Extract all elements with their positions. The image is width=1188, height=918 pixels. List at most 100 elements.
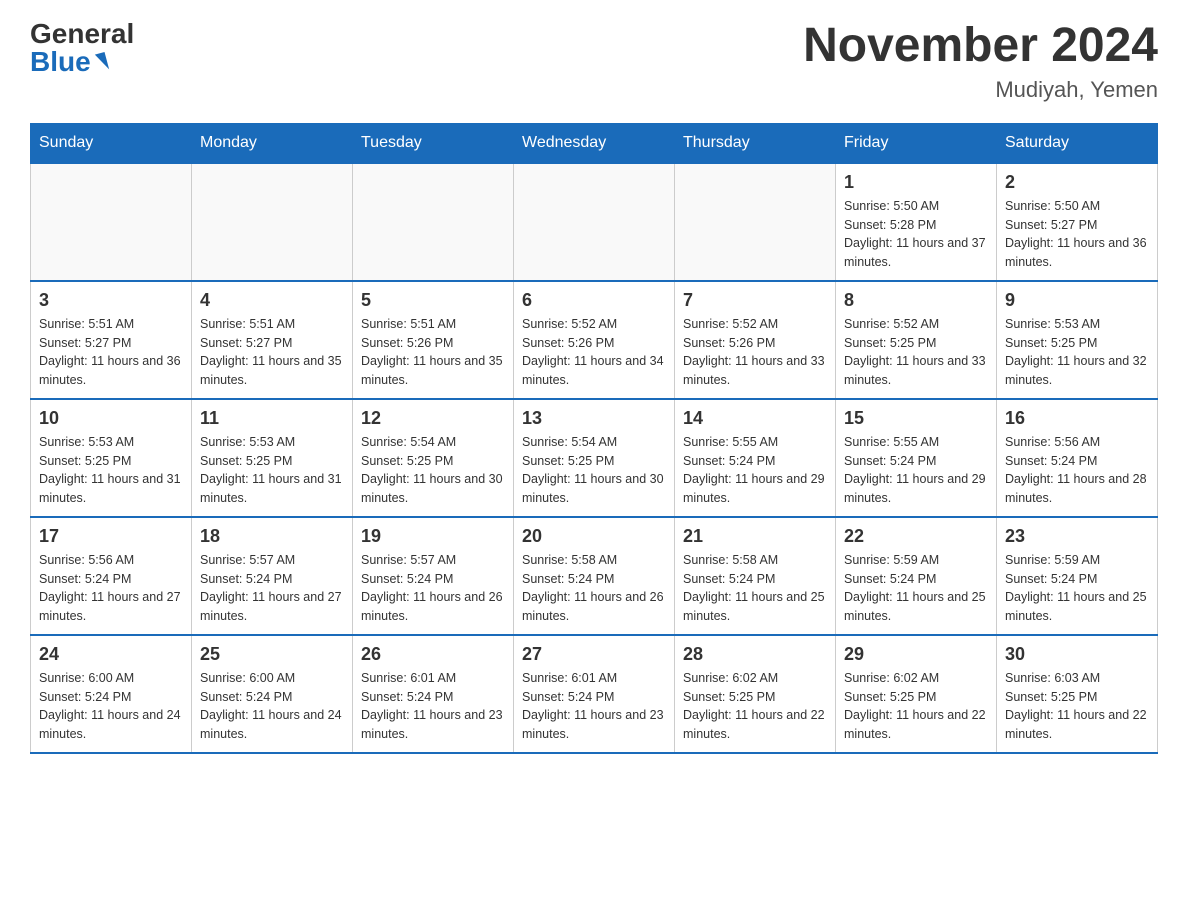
calendar-cell: 14 Sunrise: 5:55 AMSunset: 5:24 PMDayligh…: [675, 399, 836, 517]
day-info: Sunrise: 5:54 AMSunset: 5:25 PMDaylight:…: [361, 433, 505, 508]
day-info: Sunrise: 5:53 AMSunset: 5:25 PMDaylight:…: [1005, 315, 1149, 390]
title-section: November 2024 Mudiyah, Yemen: [803, 20, 1158, 103]
day-number: 25: [200, 644, 344, 665]
day-info: Sunrise: 6:01 AMSunset: 5:24 PMDaylight:…: [522, 669, 666, 744]
day-number: 26: [361, 644, 505, 665]
calendar-header: SundayMondayTuesdayWednesdayThursdayFrid…: [31, 123, 1158, 163]
weekday-header-thursday: Thursday: [675, 123, 836, 163]
day-info: Sunrise: 6:02 AMSunset: 5:25 PMDaylight:…: [844, 669, 988, 744]
day-number: 1: [844, 172, 988, 193]
day-number: 18: [200, 526, 344, 547]
day-info: Sunrise: 5:51 AMSunset: 5:27 PMDaylight:…: [39, 315, 183, 390]
calendar-cell: 26Sunrise: 6:01 AMSunset: 5:24 PMDayligh…: [353, 635, 514, 753]
day-info: Sunrise: 5:52 AMSunset: 5:26 PMDaylight:…: [683, 315, 827, 390]
calendar-week-row: 10 Sunrise: 5:53 AMSunset: 5:25 PMDayligh…: [31, 399, 1158, 517]
logo-general-text: General: [30, 20, 134, 48]
calendar-cell: 13 Sunrise: 5:54 AMSunset: 5:25 PMDayligh…: [514, 399, 675, 517]
day-number: 4: [200, 290, 344, 311]
day-number: 24: [39, 644, 183, 665]
day-number: 9: [1005, 290, 1149, 311]
calendar-cell: 22Sunrise: 5:59 AMSunset: 5:24 PMDayligh…: [836, 517, 997, 635]
calendar-cell: 10 Sunrise: 5:53 AMSunset: 5:25 PMDayligh…: [31, 399, 192, 517]
day-number: 29: [844, 644, 988, 665]
weekday-header-saturday: Saturday: [997, 123, 1158, 163]
day-number: 20: [522, 526, 666, 547]
location-subtitle: Mudiyah, Yemen: [803, 77, 1158, 103]
calendar-cell: 9 Sunrise: 5:53 AMSunset: 5:25 PMDaylight…: [997, 281, 1158, 399]
calendar-cell: 23 Sunrise: 5:59 AMSunset: 5:24 PMDayligh…: [997, 517, 1158, 635]
day-info: Sunrise: 5:50 AMSunset: 5:28 PMDaylight:…: [844, 197, 988, 272]
calendar-cell: 30Sunrise: 6:03 AMSunset: 5:25 PMDayligh…: [997, 635, 1158, 753]
day-info: Sunrise: 6:00 AMSunset: 5:24 PMDaylight:…: [200, 669, 344, 744]
calendar-week-row: 17Sunrise: 5:56 AMSunset: 5:24 PMDayligh…: [31, 517, 1158, 635]
calendar-cell: [31, 163, 192, 281]
day-number: 27: [522, 644, 666, 665]
calendar-cell: 19 Sunrise: 5:57 AMSunset: 5:24 PMDayligh…: [353, 517, 514, 635]
day-info: Sunrise: 5:58 AMSunset: 5:24 PMDaylight:…: [522, 551, 666, 626]
day-info: Sunrise: 5:53 AMSunset: 5:25 PMDaylight:…: [39, 433, 183, 508]
day-number: 14: [683, 408, 827, 429]
day-info: Sunrise: 5:56 AMSunset: 5:24 PMDaylight:…: [1005, 433, 1149, 508]
calendar-cell: 5 Sunrise: 5:51 AMSunset: 5:26 PMDaylight…: [353, 281, 514, 399]
day-number: 23: [1005, 526, 1149, 547]
day-number: 8: [844, 290, 988, 311]
day-info: Sunrise: 5:55 AMSunset: 5:24 PMDaylight:…: [844, 433, 988, 508]
day-info: Sunrise: 5:55 AMSunset: 5:24 PMDaylight:…: [683, 433, 827, 508]
day-info: Sunrise: 5:59 AMSunset: 5:24 PMDaylight:…: [844, 551, 988, 626]
day-number: 6: [522, 290, 666, 311]
calendar-cell: 1 Sunrise: 5:50 AMSunset: 5:28 PMDaylight…: [836, 163, 997, 281]
calendar-cell: 18Sunrise: 5:57 AMSunset: 5:24 PMDayligh…: [192, 517, 353, 635]
calendar-cell: 4 Sunrise: 5:51 AMSunset: 5:27 PMDaylight…: [192, 281, 353, 399]
day-info: Sunrise: 6:03 AMSunset: 5:25 PMDaylight:…: [1005, 669, 1149, 744]
weekday-header-friday: Friday: [836, 123, 997, 163]
calendar-cell: 12 Sunrise: 5:54 AMSunset: 5:25 PMDayligh…: [353, 399, 514, 517]
calendar-week-row: 3Sunrise: 5:51 AMSunset: 5:27 PMDaylight…: [31, 281, 1158, 399]
day-info: Sunrise: 5:59 AMSunset: 5:24 PMDaylight:…: [1005, 551, 1149, 626]
calendar-cell: 24Sunrise: 6:00 AMSunset: 5:24 PMDayligh…: [31, 635, 192, 753]
calendar-cell: 21Sunrise: 5:58 AMSunset: 5:24 PMDayligh…: [675, 517, 836, 635]
day-info: Sunrise: 5:53 AMSunset: 5:25 PMDaylight:…: [200, 433, 344, 508]
page-header: General Blue November 2024 Mudiyah, Yeme…: [30, 20, 1158, 103]
calendar-cell: [675, 163, 836, 281]
day-info: Sunrise: 5:57 AMSunset: 5:24 PMDaylight:…: [361, 551, 505, 626]
day-number: 2: [1005, 172, 1149, 193]
logo-blue-text: Blue: [30, 48, 107, 76]
calendar-cell: [514, 163, 675, 281]
day-number: 11: [200, 408, 344, 429]
calendar-cell: 7 Sunrise: 5:52 AMSunset: 5:26 PMDaylight…: [675, 281, 836, 399]
calendar-cell: 6 Sunrise: 5:52 AMSunset: 5:26 PMDaylight…: [514, 281, 675, 399]
day-number: 7: [683, 290, 827, 311]
calendar-cell: 20 Sunrise: 5:58 AMSunset: 5:24 PMDayligh…: [514, 517, 675, 635]
calendar-cell: [353, 163, 514, 281]
day-number: 19: [361, 526, 505, 547]
weekday-header-wednesday: Wednesday: [514, 123, 675, 163]
calendar-cell: 25 Sunrise: 6:00 AMSunset: 5:24 PMDayligh…: [192, 635, 353, 753]
day-number: 13: [522, 408, 666, 429]
calendar-table: SundayMondayTuesdayWednesdayThursdayFrid…: [30, 123, 1158, 754]
day-info: Sunrise: 5:51 AMSunset: 5:27 PMDaylight:…: [200, 315, 344, 390]
calendar-cell: 2 Sunrise: 5:50 AMSunset: 5:27 PMDaylight…: [997, 163, 1158, 281]
day-info: Sunrise: 5:52 AMSunset: 5:25 PMDaylight:…: [844, 315, 988, 390]
day-number: 10: [39, 408, 183, 429]
day-info: Sunrise: 5:50 AMSunset: 5:27 PMDaylight:…: [1005, 197, 1149, 272]
calendar-cell: 28Sunrise: 6:02 AMSunset: 5:25 PMDayligh…: [675, 635, 836, 753]
calendar-week-row: 24 Sunrise: 6:00 AMSunset: 5:24 PMDayligh…: [31, 635, 1158, 753]
calendar-cell: 16Sunrise: 5:56 AMSunset: 5:24 PMDayligh…: [997, 399, 1158, 517]
day-info: Sunrise: 5:58 AMSunset: 5:24 PMDaylight:…: [683, 551, 827, 626]
calendar-cell: 15 Sunrise: 5:55 AMSunset: 5:24 PMDayligh…: [836, 399, 997, 517]
day-info: Sunrise: 5:56 AMSunset: 5:24 PMDaylight:…: [39, 551, 183, 626]
day-number: 28: [683, 644, 827, 665]
day-info: Sunrise: 5:54 AMSunset: 5:25 PMDaylight:…: [522, 433, 666, 508]
calendar-body: 1 Sunrise: 5:50 AMSunset: 5:28 PMDaylight…: [31, 163, 1158, 753]
weekday-header-row: SundayMondayTuesdayWednesdayThursdayFrid…: [31, 123, 1158, 163]
calendar-cell: 3Sunrise: 5:51 AMSunset: 5:27 PMDaylight…: [31, 281, 192, 399]
day-number: 12: [361, 408, 505, 429]
day-info: Sunrise: 5:52 AMSunset: 5:26 PMDaylight:…: [522, 315, 666, 390]
month-title: November 2024: [803, 20, 1158, 73]
day-number: 15: [844, 408, 988, 429]
calendar-cell: 27 Sunrise: 6:01 AMSunset: 5:24 PMDayligh…: [514, 635, 675, 753]
weekday-header-sunday: Sunday: [31, 123, 192, 163]
day-number: 5: [361, 290, 505, 311]
day-info: Sunrise: 5:51 AMSunset: 5:26 PMDaylight:…: [361, 315, 505, 390]
calendar-cell: 29 Sunrise: 6:02 AMSunset: 5:25 PMDayligh…: [836, 635, 997, 753]
